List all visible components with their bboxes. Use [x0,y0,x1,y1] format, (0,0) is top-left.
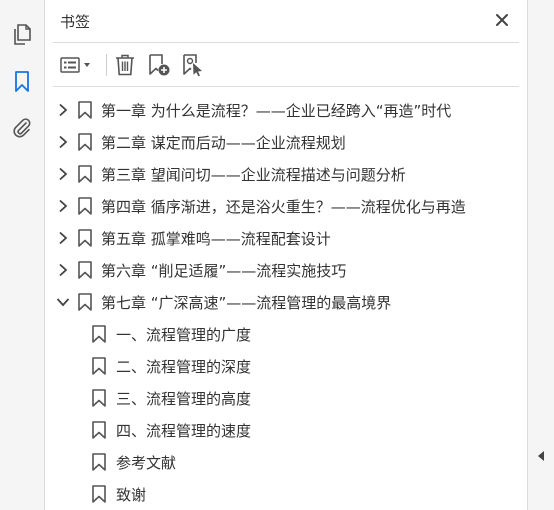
bookmark-label: 参考文献 [116,454,177,472]
bookmark-list: 第一章 为什么是流程？——企业已经跨入“再造”时代 第二章 谋定而后动——企业流… [45,94,527,510]
collapse-arrow-icon[interactable] [536,450,546,462]
bookmark-icon [78,165,92,183]
bookmark-icon [92,453,106,471]
left-tool-strip [0,0,45,510]
close-icon[interactable] [491,9,513,31]
right-collapse-strip [527,0,554,510]
toolbar-divider [53,86,519,87]
bookmark-item[interactable]: 致谢 [45,478,527,510]
bookmark-child-item[interactable]: 三、流程管理的高度 [45,382,527,414]
attachment-icon[interactable] [8,114,36,142]
chevron-right-icon[interactable] [56,103,70,117]
bookmark-item[interactable]: 第六章 “削足适履”——流程实施技巧 [45,254,527,286]
bookmark-icon [92,325,106,343]
bookmark-label: 致谢 [116,486,147,504]
header-divider [53,42,519,43]
bookmark-icon [78,229,92,247]
bookmark-icon [92,421,106,439]
bookmark-label: 第五章 孤掌难鸣——流程配套设计 [101,230,331,248]
panel-title: 书签 [60,13,91,31]
bookmark-icon[interactable] [8,68,36,96]
bookmark-icon [78,133,92,151]
bookmark-item[interactable]: 第七章 “广深高速”——流程管理的最高境界 [45,286,527,318]
chevron-right-icon[interactable] [56,135,70,149]
bookmark-item[interactable]: 第一章 为什么是流程？——企业已经跨入“再造”时代 [45,94,527,126]
bookmark-label: 第四章 循序渐进，还是浴火重生？——流程优化与再造 [101,198,466,216]
bookmark-label: 第一章 为什么是流程？——企业已经跨入“再造”时代 [101,102,452,120]
delete-bookmark-button[interactable] [112,50,138,80]
chevron-right-icon[interactable] [56,199,70,213]
bookmark-icon [92,485,106,503]
chevron-right-icon[interactable] [56,263,70,277]
bookmark-label: 第六章 “削足适履”——流程实施技巧 [101,262,347,280]
bookmark-item[interactable]: 第五章 孤掌难鸣——流程配套设计 [45,222,527,254]
bookmark-label: 第七章 “广深高速”——流程管理的最高境界 [101,294,392,312]
bookmark-item[interactable]: 第二章 谋定而后动——企业流程规划 [45,126,527,158]
new-bookmark-icon [149,54,170,76]
bookmark-icon [78,293,92,311]
bookmark-icon [78,101,92,119]
bookmark-icon [92,357,106,375]
chevron-right-icon[interactable] [56,167,70,181]
bookmark-label: 一、流程管理的广度 [116,326,252,344]
bookmark-child-item[interactable]: 四、流程管理的速度 [45,414,527,446]
new-bookmark-from-selection-button[interactable] [179,50,207,80]
pages-icon[interactable] [8,21,36,49]
bookmark-label: 第三章 望闻问切——企业流程描述与问题分析 [101,166,406,184]
new-bookmark-button[interactable] [145,50,173,80]
options-menu-button[interactable] [57,50,97,80]
bookmark-icon [92,389,106,407]
bookmark-label: 四、流程管理的速度 [116,422,252,440]
toolbar-separator [106,54,107,76]
bookmark-child-item[interactable]: 二、流程管理的深度 [45,350,527,382]
bookmark-toolbar [53,48,519,82]
delete-icon [116,54,134,76]
panel-header: 书签 [45,0,527,42]
chevron-right-icon[interactable] [56,231,70,245]
bookmarks-panel: 书签 第一章 为什么是流程？——企业已经跨入“再造”时代 第二章 谋定而后动——… [45,0,527,510]
bookmark-label: 二、流程管理的深度 [116,358,252,376]
new-bookmark-from-selection-icon [183,54,202,77]
bookmark-item[interactable]: 第三章 望闻问切——企业流程描述与问题分析 [45,158,527,190]
chevron-down-icon[interactable] [56,295,70,309]
bookmark-label: 第二章 谋定而后动——企业流程规划 [101,134,346,152]
bookmark-icon [78,261,92,279]
bookmark-item[interactable]: 参考文献 [45,446,527,478]
options-menu-icon [60,57,90,73]
bookmark-item[interactable]: 第四章 循序渐进，还是浴火重生？——流程优化与再造 [45,190,527,222]
bookmark-icon [78,197,92,215]
bookmark-child-item[interactable]: 一、流程管理的广度 [45,318,527,350]
bookmark-label: 三、流程管理的高度 [116,390,252,408]
